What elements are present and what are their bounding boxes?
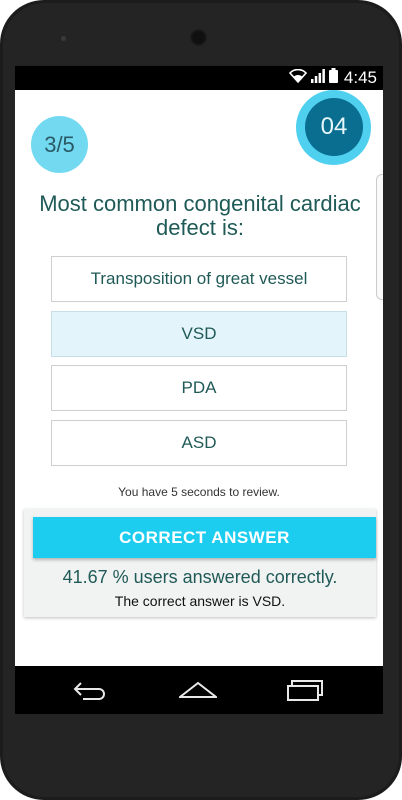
quiz-screen: 3/5 04 Most common congenital cardiac de… [15,90,383,666]
wifi-icon [288,68,307,88]
battery-icon [328,68,338,88]
countdown-timer: 04 [296,90,371,165]
countdown-value: 04 [305,98,363,156]
status-icons: 4:45 [288,66,377,90]
signal-icon [310,68,325,88]
recents-icon[interactable] [285,676,325,704]
side-drawer-handle[interactable] [376,174,383,300]
question-text: Most common congenital cardiac defect is… [39,191,361,240]
result-card: CORRECT ANSWER 41.67 % users answered co… [24,509,376,617]
correct-answer-button[interactable]: CORRECT ANSWER [33,517,376,558]
status-bar: 4:45 [15,66,383,90]
sensor-dot [61,36,66,41]
question-progress-badge: 3/5 [31,116,88,173]
front-camera [190,29,207,46]
status-time: 4:45 [343,68,377,87]
answer-option-4[interactable]: ASD [51,420,347,466]
answer-stats: 41.67 % users answered correctly. [62,567,338,587]
home-icon[interactable] [178,676,218,704]
answer-option-2[interactable]: VSD [51,311,347,357]
back-icon[interactable] [71,676,111,704]
answer-option-1[interactable]: Transposition of great vessel [51,256,347,302]
screen: 4:45 3/5 04 Most common congenital cardi… [15,66,383,714]
answer-option-3[interactable]: PDA [51,365,347,411]
navigation-bar [15,666,383,714]
phone-frame: 4:45 3/5 04 Most common congenital cardi… [0,0,402,800]
review-timer-note: You have 5 seconds to review. [118,485,280,499]
correct-answer-text: The correct answer is VSD. [114,593,286,609]
